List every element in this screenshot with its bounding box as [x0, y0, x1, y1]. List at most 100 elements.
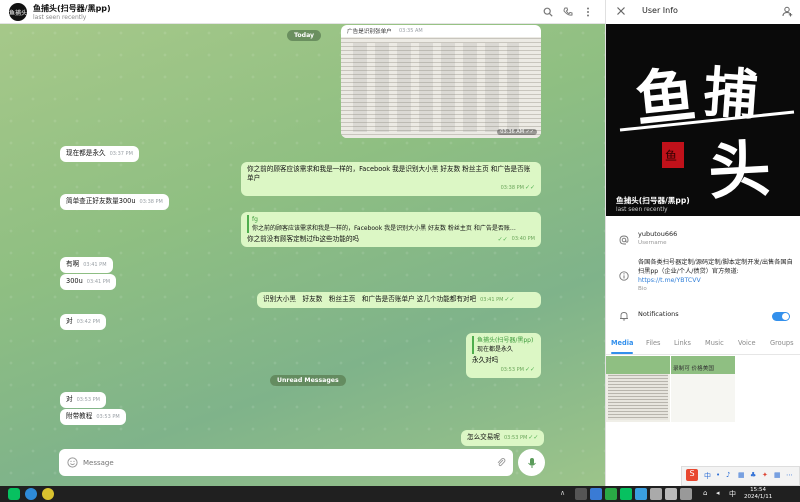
photo-message[interactable]: 广告是识别张单户 03:35 AM 03:36 AM ✓✓: [341, 25, 541, 138]
app-icon-2[interactable]: [42, 488, 54, 500]
emoji-icon[interactable]: [65, 455, 80, 470]
message-text: 简单查正好友数量300u: [66, 197, 136, 205]
tray-app-icon[interactable]: [665, 488, 677, 500]
day-divider: Today: [287, 30, 322, 41]
wechat-icon[interactable]: [8, 488, 20, 500]
photo-image[interactable]: [341, 37, 541, 138]
ime-lang-icon[interactable]: 中: [729, 489, 736, 499]
user-info-panel: User Info 鱼 捕 头 鱼 鱼捕头(扫号器/黑pp) last seen…: [605, 0, 800, 486]
phone-icon[interactable]: [560, 4, 576, 20]
reply-quote[interactable]: fg 你之前的顾客应该需求和我是一样的，Facebook 我是识别大小黑 好友数…: [247, 215, 535, 233]
attach-icon[interactable]: [493, 455, 508, 470]
message-text: 对: [66, 317, 73, 325]
message-out[interactable]: fg 你之前的顾客应该需求和我是一样的，Facebook 我是识别大小黑 好友数…: [241, 212, 541, 247]
username-label: Username: [638, 240, 667, 246]
message-text: 怎么交易呢: [467, 433, 500, 441]
chat-title[interactable]: 鱼捕头(扫号器/黑pp): [33, 3, 111, 14]
mic-tray-icon[interactable]: ♪: [726, 471, 730, 479]
media-thumbnail[interactable]: [606, 356, 670, 422]
chat-pane: 鱼捕头 鱼捕头(扫号器/黑pp) last seen recently Toda…: [0, 0, 605, 486]
profile-cover[interactable]: 鱼 捕 头 鱼 鱼捕头(扫号器/黑pp) last seen recently: [606, 24, 800, 216]
message-in[interactable]: 简单查正好友数量300u 03:38 PM: [60, 194, 169, 210]
reply-quote[interactable]: 鱼捕头(扫号器/黑pp) 现在都是永久: [472, 336, 535, 354]
username-block: yubutou666 Username: [638, 230, 793, 248]
bio-link[interactable]: https://t.me/YBTCVV: [638, 277, 701, 284]
tab-files[interactable]: Files: [646, 339, 660, 347]
message-out[interactable]: 你之前的顾客应该需求和我是一样的，Facebook 我是识别大小黑 好友数 粉丝…: [241, 162, 541, 196]
read-ticks-icon: ✓✓: [497, 236, 508, 243]
app-icon[interactable]: [25, 488, 37, 500]
message-time: 03:40 PM: [511, 236, 535, 242]
chevron-up-icon[interactable]: ∧: [560, 489, 565, 497]
message-time: 03:53 PM: [503, 435, 528, 441]
close-icon[interactable]: [616, 6, 628, 18]
tray-app-icon[interactable]: [680, 488, 692, 500]
tools-icon[interactable]: ✦: [762, 471, 768, 479]
message-text: 你之前的顾客应该需求和我是一样的，Facebook 我是识别大小黑 好友数 粉丝…: [247, 165, 531, 182]
avatar[interactable]: 鱼捕头: [9, 3, 27, 21]
clock-time: 15:54: [750, 487, 767, 493]
tab-voice[interactable]: Voice: [738, 339, 756, 347]
message-time: 03:53 PM: [76, 397, 100, 403]
photo-time: 03:36 AM ✓✓: [497, 129, 537, 135]
tab-links[interactable]: Links: [674, 339, 691, 347]
tab-groups[interactable]: Groups: [770, 339, 794, 347]
message-in[interactable]: 附带教程 03:53 PM: [60, 409, 126, 425]
grid-icon[interactable]: ▦: [774, 471, 781, 479]
more-tray-icon[interactable]: ⋯: [786, 471, 793, 479]
panel-header: User Info: [606, 0, 800, 24]
tray-app-icon[interactable]: [575, 488, 587, 500]
message-in[interactable]: 对 03:42 PM: [60, 314, 106, 330]
tray-app-icon[interactable]: [605, 488, 617, 500]
read-ticks-icon: ✓✓: [524, 366, 535, 373]
message-time: 03:42 PM: [76, 319, 100, 325]
at-sign-icon: [618, 234, 630, 246]
notifications-toggle[interactable]: [772, 312, 790, 321]
message-in[interactable]: 对 03:53 PM: [60, 392, 106, 408]
tray-wechat-icon[interactable]: [620, 488, 632, 500]
thumb-text: 录制可 价格美国: [673, 366, 714, 372]
volume-icon[interactable]: ◂: [716, 489, 720, 497]
message-out[interactable]: 识别大小黑 好友数 粉丝主页 和广告是否账单户 这几个功能都有对吧 03:41 P…: [257, 292, 541, 308]
chinese-mode-icon[interactable]: 中: [704, 471, 711, 481]
reply-text: 你之前的顾客应该需求和我是一样的，Facebook 我是识别大小黑 好友数 粉丝…: [252, 225, 516, 232]
read-ticks-icon: ✓✓: [504, 296, 515, 303]
add-contact-icon[interactable]: [782, 6, 794, 18]
message-text: 300u: [66, 277, 83, 285]
message-time: 03:37 PM: [109, 151, 133, 157]
photo-caption: 广告是识别张单户: [347, 29, 392, 35]
sogou-ime-icon[interactable]: S: [686, 469, 698, 481]
skin-icon[interactable]: ♣: [750, 471, 756, 479]
message-text: 永久对吗: [472, 356, 499, 364]
svg-text:头: 头: [707, 132, 773, 208]
tray-app-icon[interactable]: [590, 488, 602, 500]
message-text: 对: [66, 395, 73, 403]
message-in[interactable]: 现在都是永久 03:37 PM: [60, 146, 139, 162]
punctuation-icon[interactable]: •: [716, 471, 720, 479]
message-out[interactable]: 怎么交易呢 03:53 PM✓✓: [461, 430, 545, 446]
tray-app-icon[interactable]: [635, 488, 647, 500]
more-icon[interactable]: [580, 4, 596, 20]
search-icon[interactable]: [540, 4, 556, 20]
message-text: 识别大小黑 好友数 粉丝主页 和广告是否账单户 这几个功能都有对吧: [263, 295, 477, 303]
microphone-button[interactable]: [518, 449, 545, 476]
message-input[interactable]: [83, 455, 483, 470]
network-icon[interactable]: ⌂: [703, 489, 707, 497]
message-out[interactable]: 鱼捕头(扫号器/黑pp) 现在都是永久 永久对吗 03:53 PM✓✓: [466, 333, 541, 378]
reply-name: 鱼捕头(扫号器/黑pp): [477, 337, 534, 344]
message-time: 03:53 PM: [500, 367, 524, 373]
system-clock[interactable]: 15:54 2024/1/11: [744, 487, 772, 501]
keyboard-icon[interactable]: ▦: [738, 471, 745, 479]
message-in[interactable]: 300u 03:41 PM: [60, 274, 117, 290]
bio-block: 各国各类扫号器定制/源码定制/脚本定制开发/出售各国自扫黑pp（企业/个人/债贷…: [638, 258, 793, 294]
shared-media-tabs: Media Files Links Music Voice Groups: [606, 335, 800, 355]
photo-time-top: 03:35 AM: [399, 28, 423, 34]
notifications-row[interactable]: Notifications: [606, 307, 800, 327]
chat-status: last seen recently: [33, 14, 87, 21]
message-in[interactable]: 有啊 03:41 PM: [60, 257, 113, 273]
read-ticks-icon: ✓✓: [528, 434, 539, 441]
tray-app-icon[interactable]: [650, 488, 662, 500]
media-thumbnail[interactable]: 录制可 价格美国: [671, 356, 735, 422]
tab-media[interactable]: Media: [611, 339, 633, 347]
tab-music[interactable]: Music: [705, 339, 724, 347]
